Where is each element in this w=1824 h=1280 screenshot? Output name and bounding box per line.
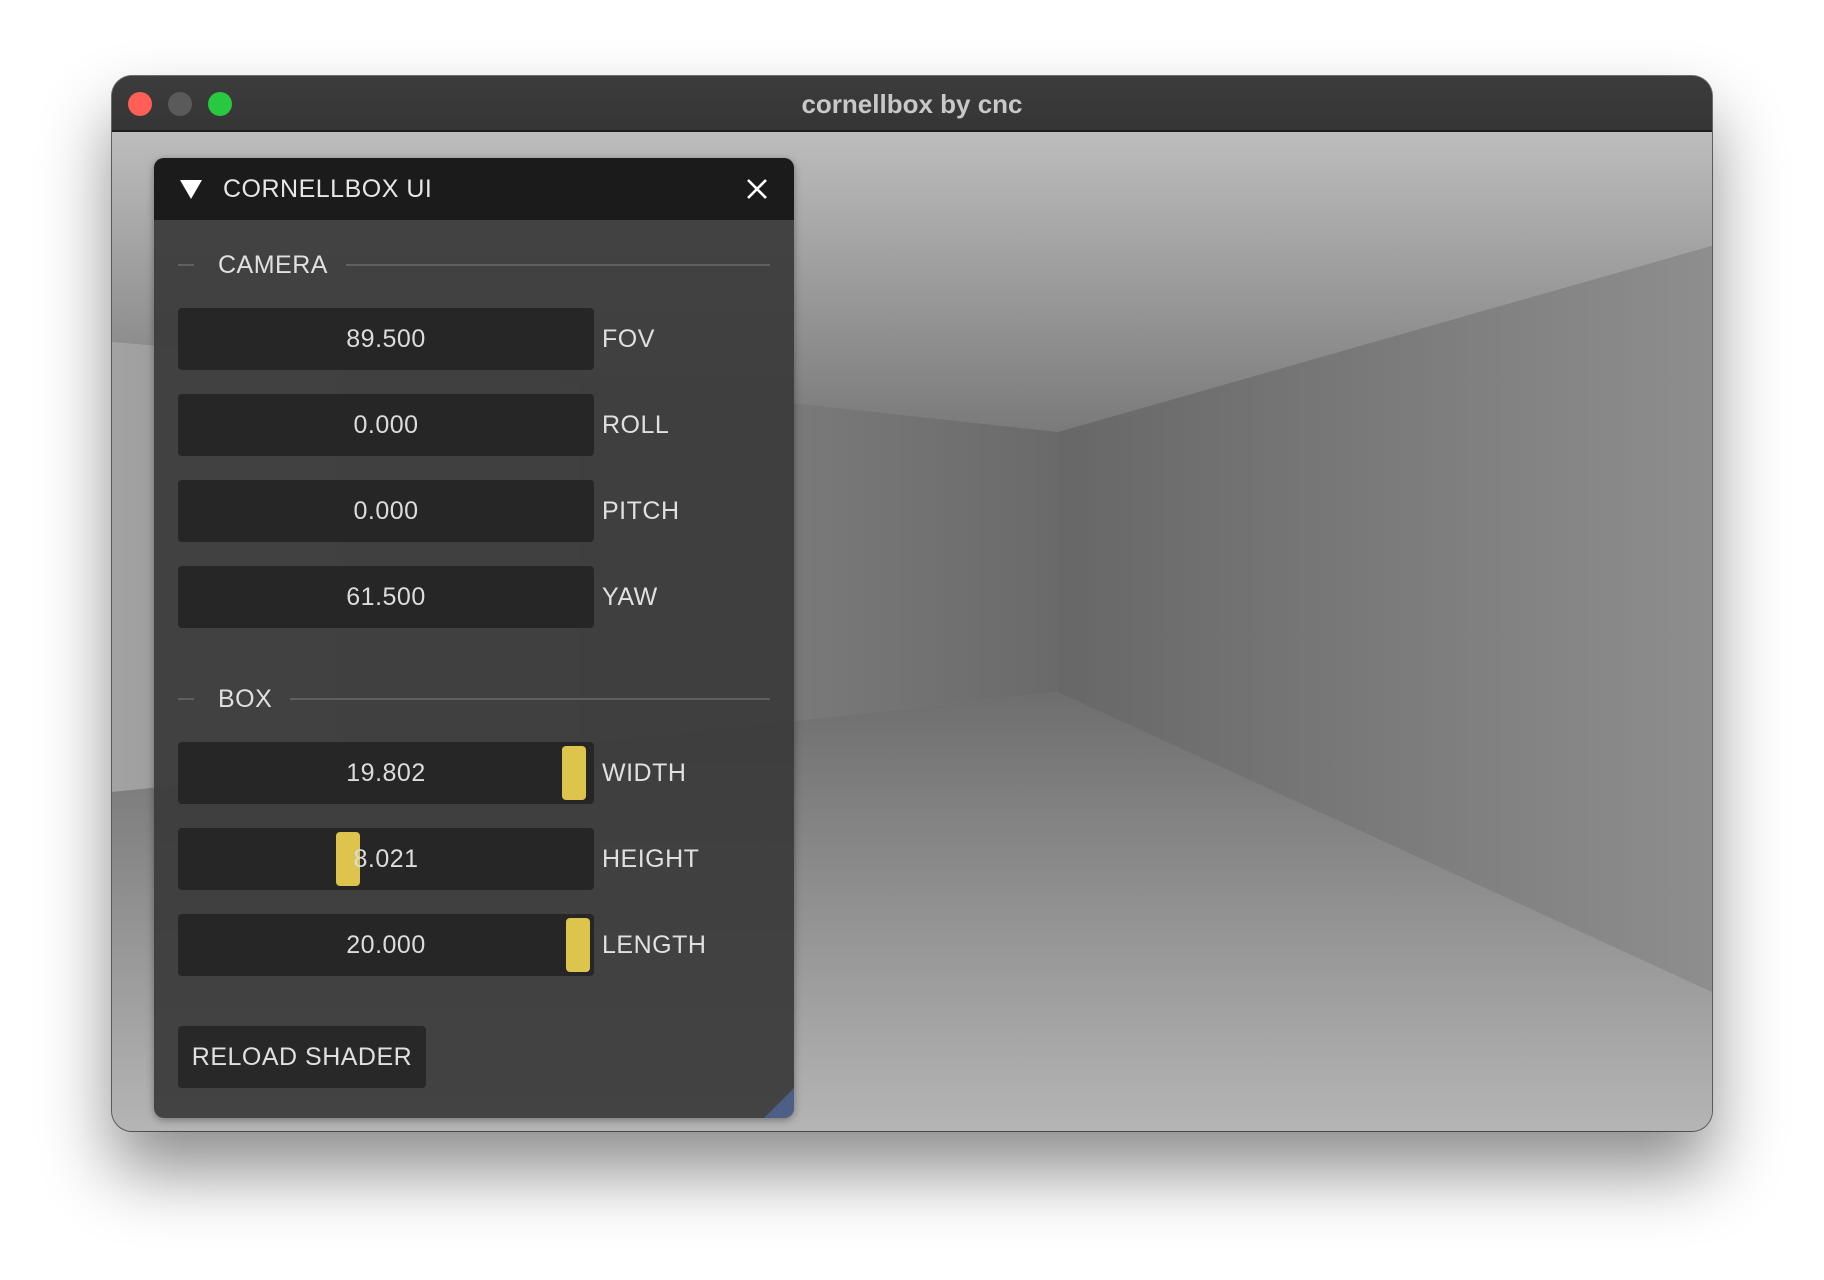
- title-bar[interactable]: cornellbox by cnc: [112, 76, 1712, 132]
- section-divider: [290, 698, 770, 700]
- yaw-row: 61.500 YAW: [178, 566, 778, 628]
- window-title: cornellbox by cnc: [801, 89, 1023, 119]
- length-row: 20.000 LENGTH: [178, 914, 778, 976]
- reload-shader-button[interactable]: RELOAD SHADER: [178, 1026, 426, 1088]
- length-slider[interactable]: 20.000: [178, 914, 594, 976]
- roll-value: 0.000: [353, 411, 419, 439]
- camera-section-header: CAMERA: [178, 250, 770, 280]
- roll-drag-field[interactable]: 0.000: [178, 394, 594, 456]
- pitch-label: PITCH: [602, 497, 680, 525]
- section-divider: [178, 264, 194, 266]
- app-window: cornellbox by cnc CORNELLBOX UI CAMERA 8…: [112, 76, 1712, 1131]
- roll-label: ROLL: [602, 411, 670, 439]
- yaw-value: 61.500: [346, 583, 426, 611]
- height-slider[interactable]: 8.021: [178, 828, 594, 890]
- section-divider: [178, 698, 194, 700]
- length-value: 20.000: [346, 931, 426, 959]
- box-section-header: BOX: [178, 684, 770, 714]
- width-row: 19.802 WIDTH: [178, 742, 778, 804]
- pitch-row: 0.000 PITCH: [178, 480, 778, 542]
- cornellbox-ui-panel: CORNELLBOX UI CAMERA 89.500 FOV 0.000 RO…: [154, 158, 794, 1118]
- width-slider[interactable]: 19.802: [178, 742, 594, 804]
- panel-header[interactable]: CORNELLBOX UI: [154, 158, 794, 220]
- height-value: 8.021: [353, 845, 419, 873]
- triangle-down-icon[interactable]: [180, 180, 202, 199]
- render-viewport[interactable]: CORNELLBOX UI CAMERA 89.500 FOV 0.000 RO…: [112, 132, 1712, 1131]
- width-value: 19.802: [346, 759, 426, 787]
- fov-label: FOV: [602, 325, 655, 353]
- camera-section-label: CAMERA: [218, 251, 328, 279]
- yaw-drag-field[interactable]: 61.500: [178, 566, 594, 628]
- height-row: 8.021 HEIGHT: [178, 828, 778, 890]
- width-label: WIDTH: [602, 759, 687, 787]
- pitch-value: 0.000: [353, 497, 419, 525]
- box-section-label: BOX: [218, 685, 273, 713]
- fov-value: 89.500: [346, 325, 426, 353]
- height-label: HEIGHT: [602, 845, 700, 873]
- roll-row: 0.000 ROLL: [178, 394, 778, 456]
- panel-title: CORNELLBOX UI: [223, 175, 433, 203]
- yaw-label: YAW: [602, 583, 658, 611]
- pitch-drag-field[interactable]: 0.000: [178, 480, 594, 542]
- section-divider: [346, 264, 770, 266]
- resize-grip-icon[interactable]: [764, 1088, 794, 1118]
- length-label: LENGTH: [602, 931, 707, 959]
- fov-row: 89.500 FOV: [178, 308, 778, 370]
- fov-drag-field[interactable]: 89.500: [178, 308, 594, 370]
- close-icon[interactable]: [742, 174, 772, 204]
